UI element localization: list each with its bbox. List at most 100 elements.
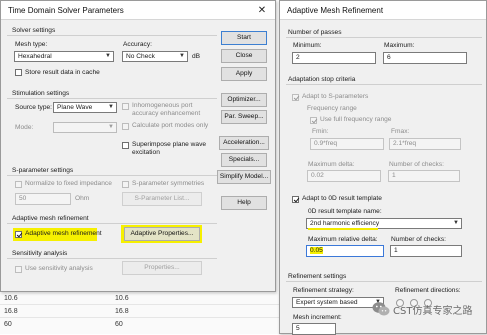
amr-dialog-titlebar: Adaptive Mesh Refinement	[280, 1, 486, 20]
number-of-checks-label: Number of checks:	[389, 161, 444, 168]
help-button[interactable]: Help	[221, 196, 267, 210]
wechat-logo-icon	[372, 302, 390, 316]
normalize-impedance-checkbox[interactable]	[15, 181, 22, 188]
chevron-down-icon: ▼	[108, 124, 114, 130]
section-divider	[286, 84, 482, 85]
number-of-checks-2-field[interactable]: 1	[390, 245, 462, 257]
start-button[interactable]: Start	[221, 31, 267, 45]
mesh-increment-field[interactable]: 5	[292, 323, 336, 335]
mesh-type-select[interactable]: Hexahedral ▼	[14, 51, 114, 62]
accuracy-select[interactable]: No Check ▼	[122, 51, 188, 62]
section-heading-sparams: S-parameter settings	[12, 167, 74, 174]
fmax-field[interactable]: 2.1*freq	[389, 138, 461, 150]
use-full-frequency-label: Use full frequency range	[320, 116, 392, 123]
highlight-marker	[308, 228, 378, 230]
max-delta-field[interactable]: 0.02	[307, 170, 381, 182]
number-of-checks-2-label: Number of checks:	[391, 236, 446, 243]
watermark: CST仿真专家之路	[372, 299, 484, 319]
sensitivity-properties-button[interactable]: Properties...	[122, 261, 202, 275]
refinement-strategy-label: Refinement strategy:	[293, 287, 354, 294]
template-name-label: 0D result template name:	[308, 208, 382, 215]
impedance-field[interactable]: 50	[15, 193, 71, 205]
section-heading-sensitivity: Sensitivity analysis	[12, 250, 68, 257]
superimpose-checkbox[interactable]	[122, 142, 129, 149]
frequency-range-label: Frequency range	[307, 105, 357, 112]
source-type-label: Source type:	[15, 104, 53, 111]
close-icon[interactable]: ✕	[253, 4, 271, 17]
acceleration-button[interactable]: Acceleration...	[219, 136, 269, 150]
section-divider	[7, 175, 217, 176]
minimum-passes-field[interactable]: 2	[292, 52, 376, 64]
accuracy-label: Accuracy:	[123, 41, 152, 48]
sensitivity-label: Use sensitivity analysis	[25, 265, 93, 272]
use-full-frequency-checkbox[interactable]	[310, 117, 317, 124]
section-heading-adaptive: Adaptive mesh refinement	[12, 215, 89, 222]
mode-label: Mode:	[15, 124, 34, 131]
number-of-checks-field[interactable]: 1	[388, 170, 460, 182]
section-heading-stimulation: Stimulation settings	[12, 90, 70, 97]
solver-dialog-titlebar: Time Domain Solver Parameters ✕	[1, 1, 275, 20]
adaptive-mesh-label: Adaptive mesh refinement	[25, 230, 102, 237]
fmin-field[interactable]: 0.9*freq	[310, 138, 384, 150]
adapt-0d-template-checkbox[interactable]	[292, 196, 299, 203]
section-heading-stop-criteria: Adaptation stop criteria	[288, 76, 356, 83]
table-cell: 60	[115, 321, 123, 328]
source-type-value: Plane Wave	[57, 104, 93, 111]
sensitivity-checkbox[interactable]	[15, 266, 22, 273]
sparam-list-button[interactable]: S-Parameter List...	[122, 192, 202, 206]
mode-select[interactable]: ▼	[53, 122, 117, 133]
maximum-passes-field[interactable]: 6	[383, 52, 467, 64]
adapt-sparams-label: Adapt to S-parameters	[302, 93, 369, 100]
maximum-label: Maximum:	[384, 42, 415, 49]
par-sweep-button[interactable]: Par. Sweep...	[221, 110, 267, 124]
section-divider	[7, 258, 217, 259]
table-cell: 10.6	[4, 295, 18, 302]
adaptive-properties-button[interactable]: Adaptive Properties...	[124, 227, 200, 241]
apply-button[interactable]: Apply	[221, 67, 267, 81]
fmin-label: Fmin:	[312, 128, 329, 135]
optimizer-button[interactable]: Optimizer...	[221, 93, 267, 107]
table-cell: 10.6	[115, 295, 129, 302]
template-name-value: 2nd harmonic efficiency	[310, 220, 380, 227]
adapt-sparams-checkbox[interactable]	[292, 94, 299, 101]
accuracy-value: No Check	[126, 53, 155, 60]
inhomogeneous-checkbox[interactable]	[122, 103, 129, 110]
section-divider	[286, 37, 482, 38]
adaptive-mesh-checkbox[interactable]	[15, 231, 22, 238]
max-relative-delta-value: 0.05	[310, 247, 323, 254]
section-heading-solver: Solver settings	[12, 27, 56, 34]
chevron-down-icon: ▼	[179, 53, 185, 59]
minimum-label: Minimum:	[293, 42, 322, 49]
adaptive-mesh-refinement-dialog: Adaptive Mesh Refinement Number of passe…	[279, 0, 487, 335]
dialog-title: Adaptive Mesh Refinement	[287, 6, 384, 15]
chevron-down-icon: ▼	[105, 53, 111, 59]
calc-port-modes-checkbox[interactable]	[122, 123, 129, 130]
normalize-impedance-label: Normalize to fixed impedance	[25, 180, 112, 187]
fmax-label: Fmax:	[391, 128, 410, 135]
sparam-symmetries-checkbox[interactable]	[122, 181, 129, 188]
source-type-select[interactable]: Plane Wave ▼	[53, 102, 117, 113]
refinement-strategy-select[interactable]: Expert system based ▼	[292, 297, 384, 308]
adapt-0d-template-label: Adapt to 0D result template	[302, 195, 382, 202]
close-button[interactable]: Close	[221, 49, 267, 63]
table-cell: 16.8	[115, 308, 129, 315]
watermark-text: CST仿真专家之路	[393, 306, 473, 317]
section-divider	[7, 223, 217, 224]
max-relative-delta-label: Maximum relative delta:	[308, 236, 378, 243]
accuracy-unit: dB	[192, 53, 201, 60]
table-cell: 60	[4, 321, 12, 328]
table-cell: 16.8	[4, 308, 18, 315]
sparam-symmetries-label: S-parameter symmetries	[132, 180, 205, 187]
chevron-down-icon: ▼	[453, 220, 459, 226]
dialog-title: Time Domain Solver Parameters	[8, 6, 124, 15]
solver-parameters-dialog: Time Domain Solver Parameters ✕ Solver s…	[0, 0, 276, 292]
section-heading-passes: Number of passes	[288, 29, 342, 36]
section-divider	[286, 281, 482, 282]
refinement-directions-label: Refinement directions:	[395, 287, 461, 294]
max-delta-label: Maximum delta:	[308, 161, 355, 168]
max-relative-delta-field[interactable]: 0.05	[306, 245, 384, 257]
specials-button[interactable]: Specials...	[221, 153, 267, 167]
store-result-checkbox[interactable]	[15, 69, 22, 76]
chevron-down-icon: ▼	[108, 104, 114, 110]
simplify-model-button[interactable]: Simplify Model...	[217, 170, 271, 184]
